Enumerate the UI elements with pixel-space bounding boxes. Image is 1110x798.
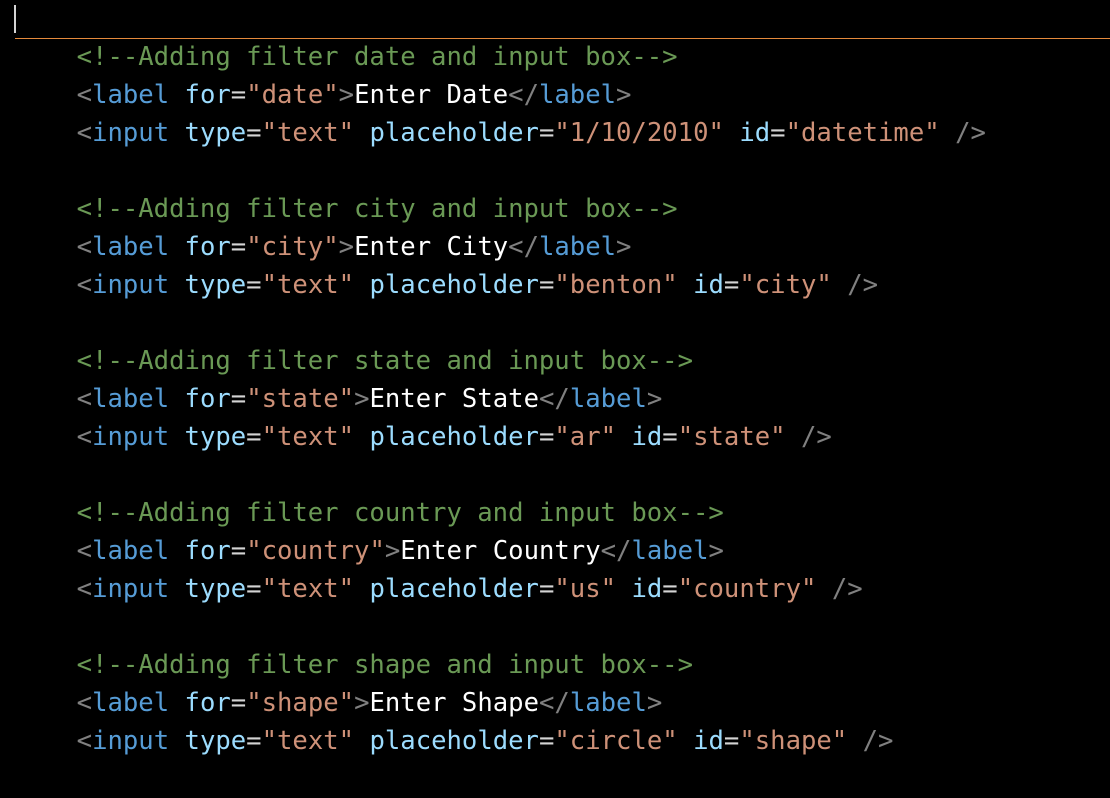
id-attribute: id (693, 726, 724, 756)
open-bracket: < (76, 574, 93, 604)
label-line[interactable]: <label for="date">Enter Date</label> (15, 38, 1110, 110)
input-tag-name: input (92, 422, 170, 452)
comment-line[interactable]: <!--Adding filter date and input box--> (15, 0, 1110, 72)
equals-sign: = (723, 270, 740, 300)
label-line[interactable]: <label for="country">Enter Country</labe… (15, 494, 1110, 566)
equals-sign: = (246, 270, 262, 300)
open-bracket: < (76, 270, 93, 300)
comment-line[interactable]: <!--Adding filter country and input box-… (15, 456, 1110, 528)
type-value: "text" (261, 574, 355, 604)
equals-sign: = (662, 422, 678, 452)
type-value: "text" (261, 270, 355, 300)
label-line[interactable]: <label for="shape">Enter Shape</label> (15, 646, 1110, 718)
input-tag-name: input (92, 118, 170, 148)
placeholder-attribute: placeholder (369, 726, 539, 756)
placeholder-value: "1/10/2010" (554, 118, 724, 148)
type-attribute: type (184, 422, 247, 452)
input-tag-name: input (92, 574, 170, 604)
input-line[interactable]: <input type="text" placeholder="1/10/201… (15, 76, 1110, 148)
placeholder-attribute: placeholder (369, 422, 539, 452)
equals-sign: = (538, 118, 555, 148)
type-attribute: type (184, 118, 247, 148)
placeholder-value: "benton" (554, 270, 678, 300)
placeholder-value: "us" (554, 574, 617, 604)
equals-sign: = (538, 726, 555, 756)
input-line[interactable]: <input type="text" placeholder="circle" … (15, 684, 1110, 756)
equals-sign: = (246, 118, 262, 148)
equals-sign: = (538, 422, 555, 452)
type-value: "text" (261, 422, 355, 452)
equals-sign: = (246, 726, 262, 756)
id-attribute: id (693, 270, 724, 300)
type-attribute: type (184, 726, 247, 756)
comment-line[interactable]: <!--Adding filter state and input box--> (15, 304, 1110, 376)
self-close-bracket: /> (847, 270, 879, 300)
input-tag-name: input (92, 270, 170, 300)
equals-sign: = (538, 270, 555, 300)
input-line[interactable]: <input type="text" placeholder="ar" id="… (15, 380, 1110, 452)
equals-sign: = (662, 574, 678, 604)
placeholder-attribute: placeholder (369, 118, 539, 148)
equals-sign: = (723, 726, 740, 756)
id-value: "country" (677, 574, 817, 604)
placeholder-value: "ar" (554, 422, 617, 452)
id-value: "datetime" (785, 118, 940, 148)
type-value: "text" (261, 118, 355, 148)
label-line[interactable]: <label for="state">Enter State</label> (15, 342, 1110, 414)
self-close-bracket: /> (862, 726, 894, 756)
placeholder-attribute: placeholder (369, 574, 539, 604)
type-attribute: type (184, 574, 247, 604)
open-bracket: < (76, 422, 93, 452)
equals-sign: = (770, 118, 786, 148)
type-attribute: type (184, 270, 247, 300)
equals-sign: = (246, 574, 262, 604)
placeholder-value: "circle" (554, 726, 678, 756)
id-value: "state" (677, 422, 786, 452)
id-attribute: id (739, 118, 771, 148)
id-attribute: id (631, 574, 663, 604)
input-line[interactable]: <input type="text" placeholder="benton" … (15, 228, 1110, 300)
id-attribute: id (631, 422, 663, 452)
open-bracket: < (76, 726, 93, 756)
code-editor[interactable]: <!--Adding filter date and input box--> … (0, 0, 1110, 756)
type-value: "text" (261, 726, 355, 756)
id-value: "shape" (739, 726, 848, 756)
self-close-bracket: /> (955, 118, 986, 148)
input-line[interactable]: <input type="text" placeholder="us" id="… (15, 532, 1110, 604)
comment-line[interactable]: <!--Adding filter city and input box--> (15, 152, 1110, 224)
comment-line[interactable]: <!--Adding filter shape and input box--> (15, 608, 1110, 680)
label-line[interactable]: <label for="city">Enter City</label> (15, 190, 1110, 262)
input-tag-name: input (92, 726, 170, 756)
id-value: "city" (739, 270, 832, 300)
self-close-bracket: /> (831, 574, 863, 604)
self-close-bracket: /> (801, 422, 832, 452)
equals-sign: = (246, 422, 262, 452)
equals-sign: = (538, 574, 555, 604)
placeholder-attribute: placeholder (369, 270, 539, 300)
open-bracket: < (76, 118, 93, 148)
